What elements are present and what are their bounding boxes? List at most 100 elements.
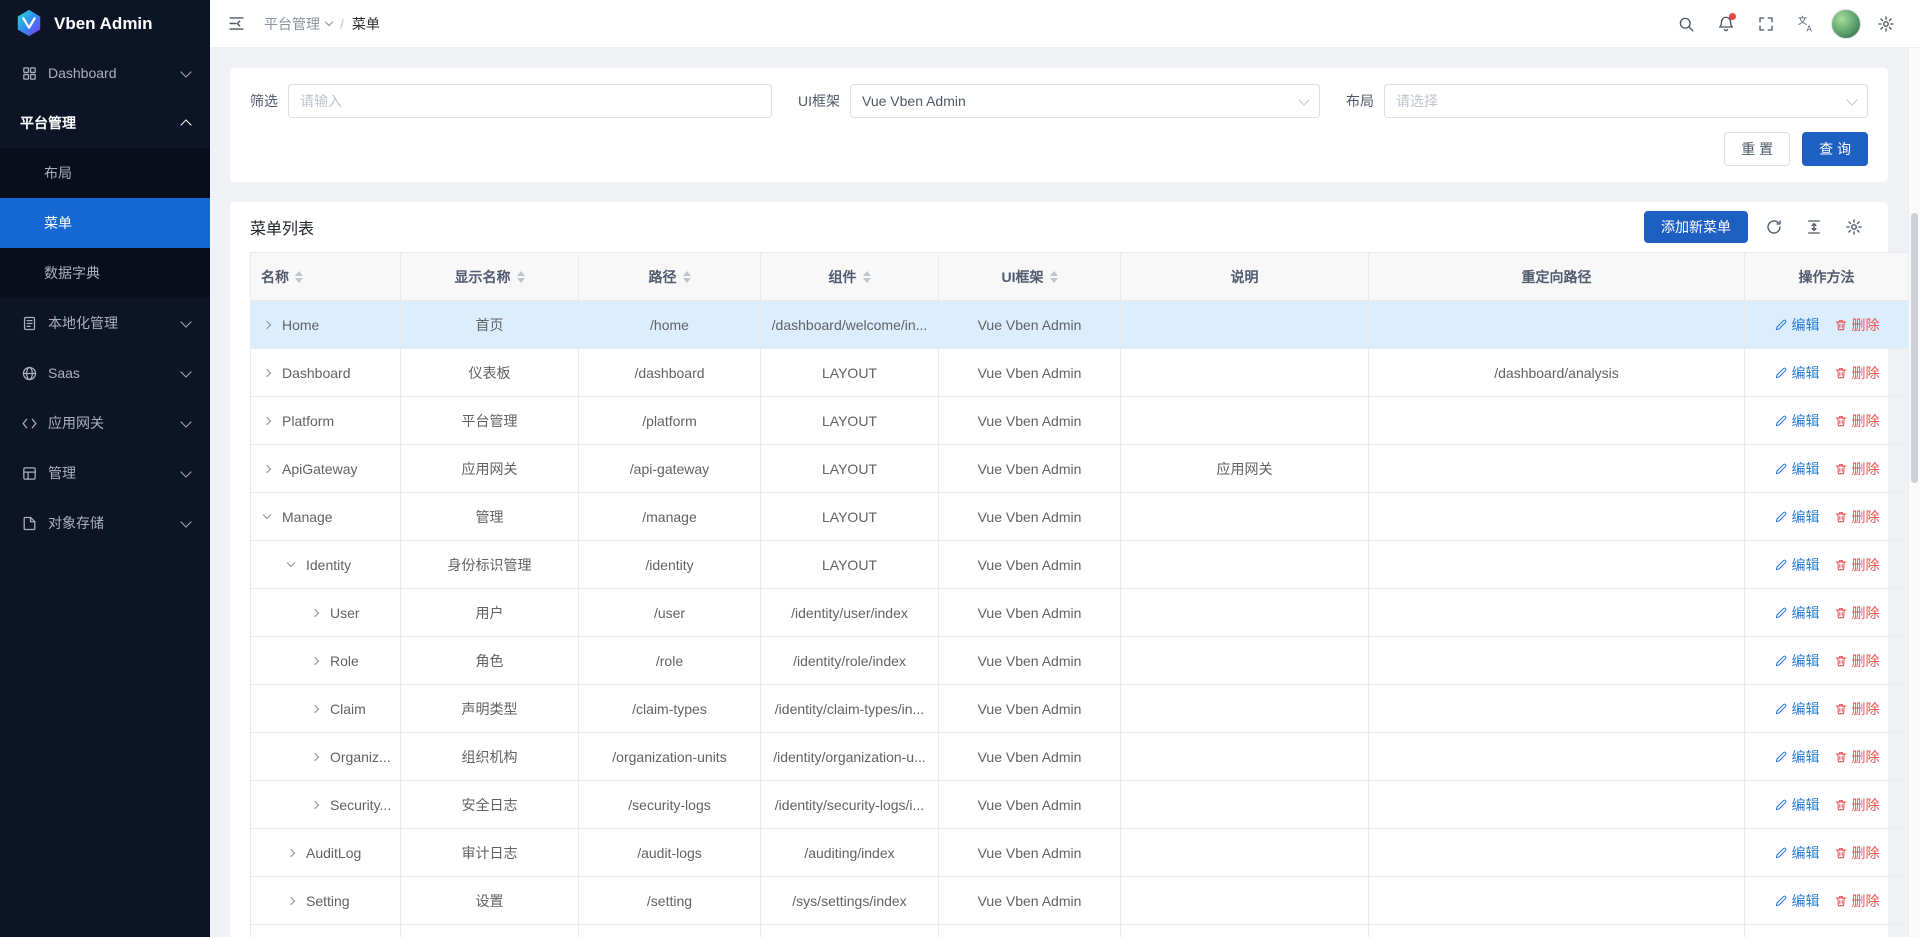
avatar <box>1831 9 1861 39</box>
add-menu-button[interactable]: 添加新菜单 <box>1644 211 1748 243</box>
delete-button[interactable]: 删除 <box>1834 699 1880 719</box>
search-icon[interactable] <box>1668 6 1704 42</box>
expand-toggle-icon[interactable] <box>261 466 273 472</box>
search-button[interactable]: 查 询 <box>1802 132 1868 166</box>
filter-select-layout[interactable]: 请选择 <box>1384 84 1868 118</box>
edit-button[interactable]: 编辑 <box>1774 747 1820 767</box>
cell-actions: 编辑删除 <box>1745 733 1909 781</box>
delete-button[interactable]: 删除 <box>1834 603 1880 623</box>
sidebar-item-platform[interactable]: 平台管理 <box>0 98 210 148</box>
edit-button[interactable]: 编辑 <box>1774 603 1820 623</box>
edit-button[interactable]: 编辑 <box>1774 651 1820 671</box>
column-header[interactable]: 名称 <box>251 253 401 301</box>
menu-name: Manage <box>282 509 333 525</box>
column-header[interactable]: UI框架 <box>939 253 1121 301</box>
expand-toggle-icon[interactable] <box>309 706 321 712</box>
delete-button[interactable]: 删除 <box>1834 555 1880 575</box>
cell-name: ApiGateway <box>251 445 401 493</box>
expand-toggle-icon[interactable] <box>309 610 321 616</box>
delete-button[interactable]: 删除 <box>1834 795 1880 815</box>
sidebar-menu: Dashboard平台管理布局菜单数据字典本地化管理Saas应用网关管理对象存储 <box>0 48 210 937</box>
cell-redirect <box>1369 445 1745 493</box>
edit-button[interactable]: 编辑 <box>1774 507 1820 527</box>
expand-toggle-icon[interactable] <box>309 802 321 808</box>
menu-name: Security... <box>330 797 391 813</box>
edit-button[interactable]: 编辑 <box>1774 795 1820 815</box>
settings-icon[interactable] <box>1868 6 1904 42</box>
translate-icon[interactable]: 文A <box>1788 6 1824 42</box>
sidebar-item-layout[interactable]: 布局 <box>0 148 210 198</box>
delete-button[interactable]: 删除 <box>1834 747 1880 767</box>
sort-icon[interactable] <box>683 271 691 283</box>
cell-path: /home <box>579 301 761 349</box>
sidebar-item-gateway[interactable]: 应用网关 <box>0 398 210 448</box>
expand-toggle-icon[interactable] <box>285 898 297 904</box>
notification-icon[interactable] <box>1708 6 1744 42</box>
sidebar-item-storage[interactable]: 对象存储 <box>0 498 210 548</box>
sidebar-item-dictionary[interactable]: 数据字典 <box>0 248 210 298</box>
expand-toggle-icon[interactable] <box>261 418 273 424</box>
cell-path: /security-logs <box>579 781 761 829</box>
delete-button[interactable]: 删除 <box>1834 363 1880 383</box>
delete-button[interactable]: 删除 <box>1834 507 1880 527</box>
sort-icon[interactable] <box>517 271 525 283</box>
table-row-platform: Platform平台管理/platformLAYOUTVue Vben Admi… <box>251 397 1909 445</box>
chevron-down-icon <box>1298 94 1309 105</box>
sort-icon[interactable] <box>1050 271 1058 283</box>
vertical-scrollbar[interactable] <box>1908 48 1920 937</box>
edit-button[interactable]: 编辑 <box>1774 699 1820 719</box>
fullscreen-icon[interactable] <box>1748 6 1784 42</box>
sidebar-item-dashboard[interactable]: Dashboard <box>0 48 210 98</box>
delete-button[interactable]: 删除 <box>1834 651 1880 671</box>
edit-button[interactable]: 编辑 <box>1774 891 1820 911</box>
app-logo[interactable]: Vben Admin <box>0 0 210 48</box>
delete-button[interactable]: 删除 <box>1834 459 1880 479</box>
cell-framework: Vue Vben Admin <box>939 397 1121 445</box>
cell-redirect <box>1369 397 1745 445</box>
sidebar-collapse-icon[interactable] <box>218 6 254 42</box>
scrollbar-thumb[interactable] <box>1911 213 1918 483</box>
cell-actions: 编辑删除 <box>1745 445 1909 493</box>
cell-description <box>1121 493 1369 541</box>
delete-button[interactable]: 删除 <box>1834 315 1880 335</box>
expand-toggle-icon[interactable] <box>261 322 273 328</box>
cell-name: Identity <box>251 541 401 589</box>
expand-toggle-icon[interactable] <box>261 515 273 518</box>
sidebar-item-manage[interactable]: 管理 <box>0 448 210 498</box>
sort-icon[interactable] <box>295 271 303 283</box>
edit-button[interactable]: 编辑 <box>1774 843 1820 863</box>
sidebar-item-menu[interactable]: 菜单 <box>0 198 210 248</box>
edit-button[interactable]: 编辑 <box>1774 459 1820 479</box>
select-value: Vue Vben Admin <box>862 93 1292 109</box>
sidebar-item-saas[interactable]: Saas <box>0 348 210 398</box>
column-header[interactable]: 显示名称 <box>401 253 579 301</box>
cell-name: Role <box>251 637 401 685</box>
sort-icon[interactable] <box>863 271 871 283</box>
expand-toggle-icon[interactable] <box>261 370 273 376</box>
user-avatar[interactable] <box>1828 6 1864 42</box>
edit-button[interactable]: 编辑 <box>1774 411 1820 431</box>
edit-button[interactable]: 编辑 <box>1774 315 1820 335</box>
filter-select-ui-framework[interactable]: Vue Vben Admin <box>850 84 1320 118</box>
delete-button[interactable]: 删除 <box>1834 843 1880 863</box>
edit-button[interactable]: 编辑 <box>1774 555 1820 575</box>
expand-toggle-icon[interactable] <box>285 850 297 856</box>
table-settings-icon[interactable] <box>1840 213 1868 241</box>
column-header[interactable]: 路径 <box>579 253 761 301</box>
expand-toggle-icon[interactable] <box>309 658 321 664</box>
delete-button[interactable]: 删除 <box>1834 411 1880 431</box>
expand-toggle-icon[interactable] <box>309 754 321 760</box>
expand-toggle-icon[interactable] <box>285 563 297 566</box>
chevron-down-icon <box>180 66 191 77</box>
column-header[interactable]: 组件 <box>761 253 939 301</box>
breadcrumb-root[interactable]: 平台管理 <box>264 14 332 34</box>
keyword-input[interactable] <box>300 93 760 109</box>
sidebar-item-localization[interactable]: 本地化管理 <box>0 298 210 348</box>
row-height-icon[interactable] <box>1800 213 1828 241</box>
edit-button[interactable]: 编辑 <box>1774 363 1820 383</box>
cell-redirect <box>1369 637 1745 685</box>
delete-button[interactable]: 删除 <box>1834 891 1880 911</box>
cell-redirect <box>1369 301 1745 349</box>
reset-button[interactable]: 重 置 <box>1724 132 1790 166</box>
refresh-icon[interactable] <box>1760 213 1788 241</box>
